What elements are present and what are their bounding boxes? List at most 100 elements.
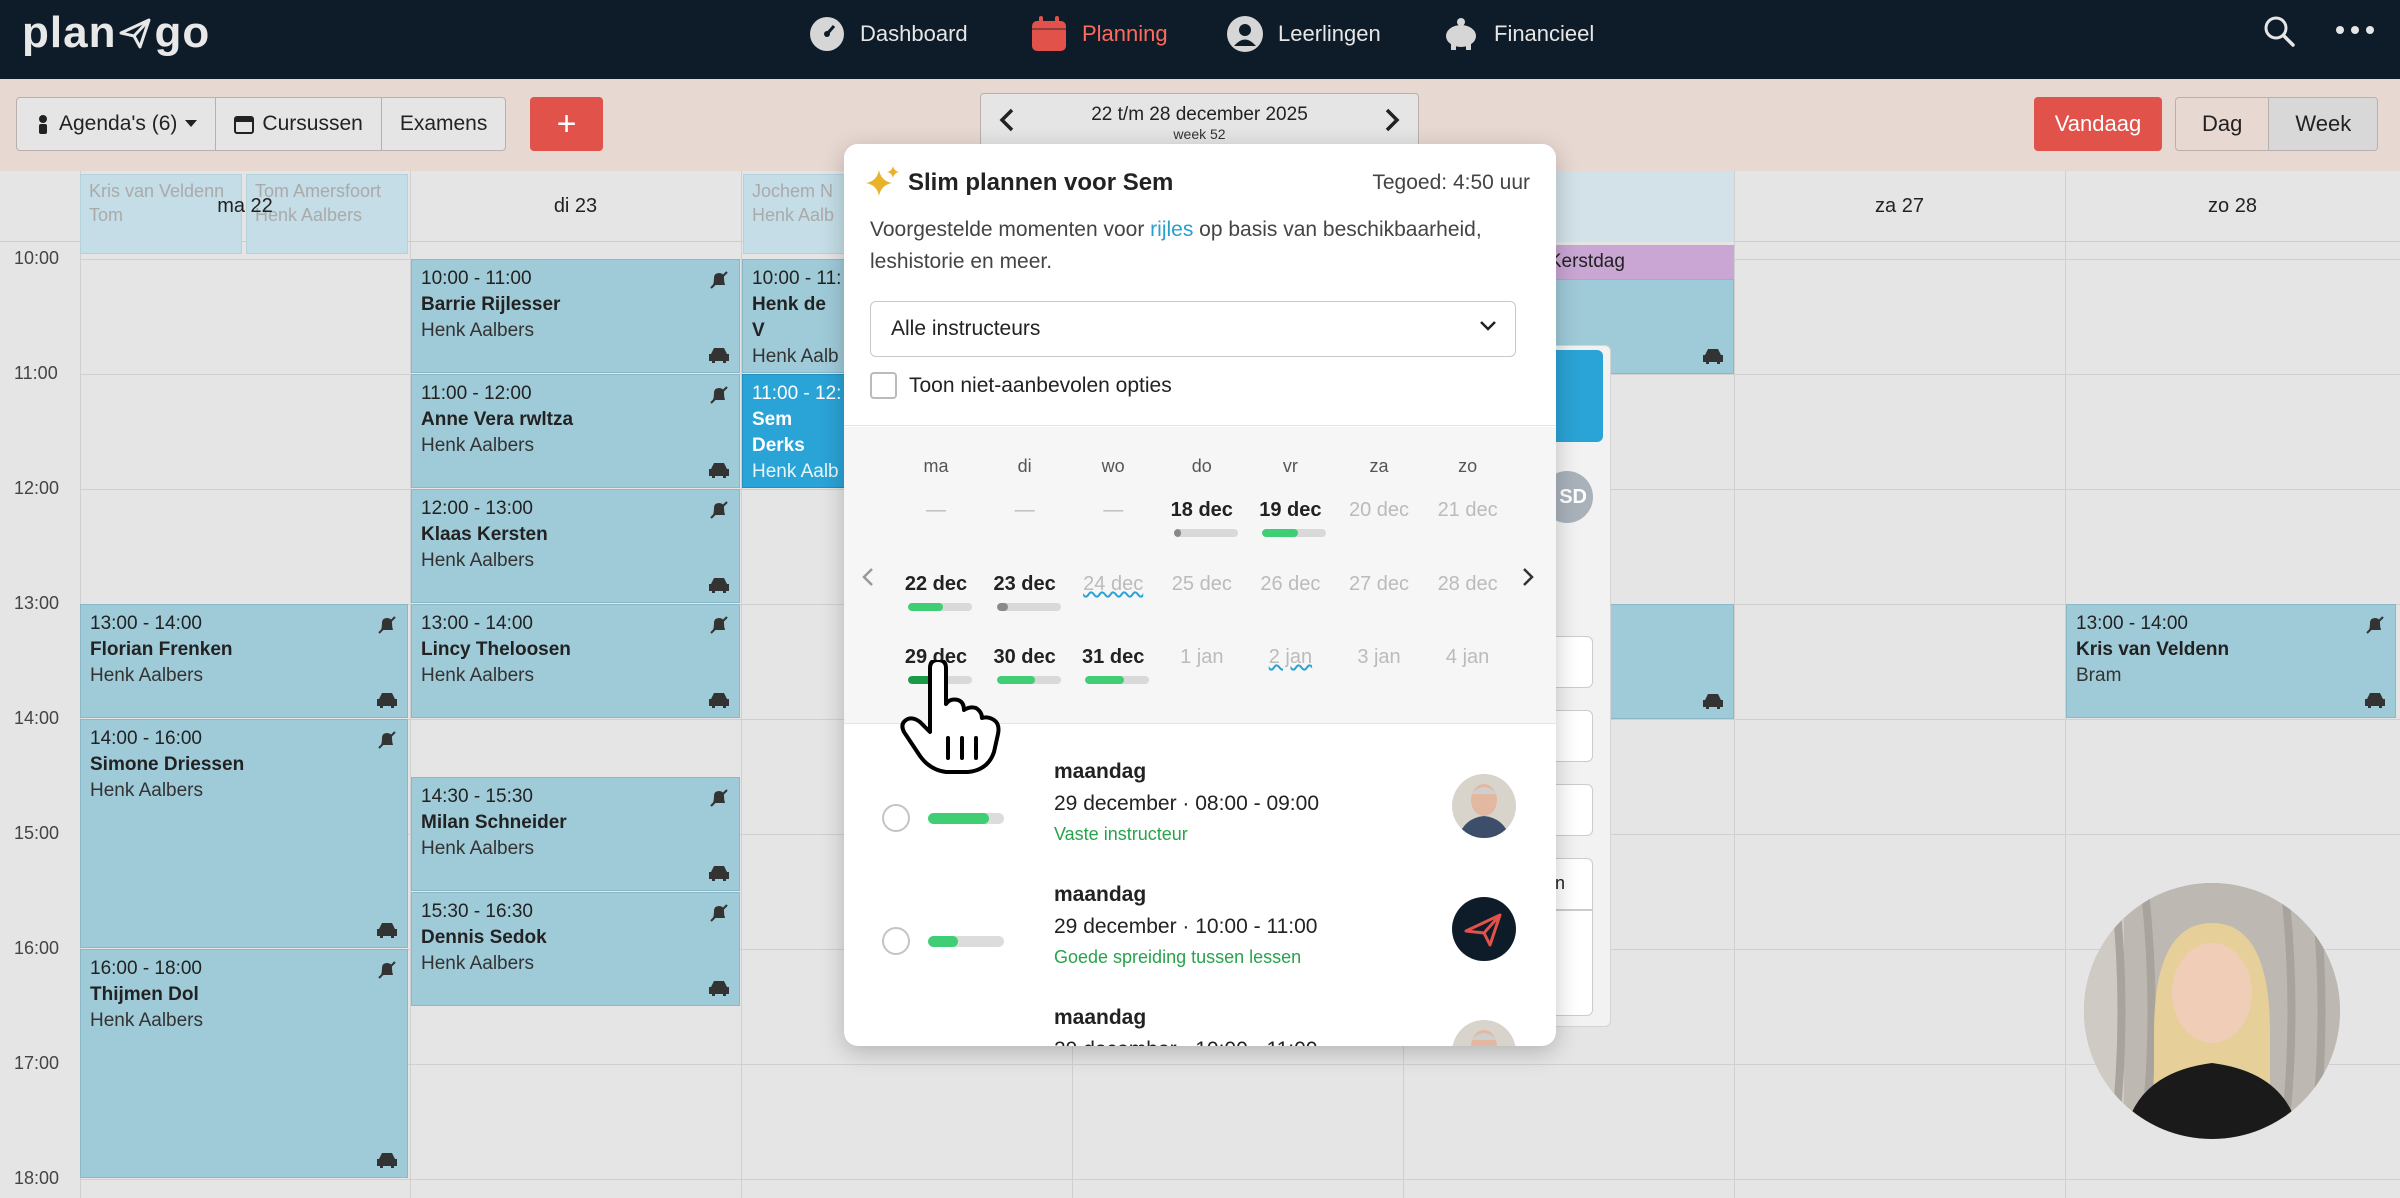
weekday-label: vr xyxy=(1282,456,1298,476)
event-instructor: Henk Aalbers xyxy=(90,1010,204,1031)
event-student: Milan Schneider xyxy=(421,812,567,833)
date-navigator: 22 t/m 28 december 2025 week 52 xyxy=(980,93,1419,147)
event-instructor: Henk Aalbers xyxy=(421,320,535,341)
event-time: 11:00 - 12: xyxy=(752,383,842,404)
lesson-event[interactable]: 13:00 - 14:00 Lincy Theloosen Henk Aalbe… xyxy=(411,604,740,718)
event-instructor: Henk Aalb xyxy=(752,346,839,367)
lesson-event[interactable]: 16:00 - 18:00 Thijmen Dol Henk Aalbers xyxy=(80,949,408,1178)
piggy-bank-icon xyxy=(1442,15,1480,53)
lesson-event[interactable]: 13:00 - 14:00 Kris van Veldenn Bram xyxy=(2066,604,2396,718)
show-not-recommended-toggle[interactable]: Toon niet-aanbevolen opties xyxy=(870,372,1172,399)
weekday-label: ma xyxy=(923,456,949,476)
event-time: 10:00 - 11: xyxy=(752,268,842,289)
nav-planning[interactable]: Planning xyxy=(1030,14,1168,54)
checkbox[interactable] xyxy=(870,372,897,399)
popup-description: Voorgestelde momenten voor rijles op bas… xyxy=(870,214,1530,278)
week-view-button[interactable]: Week xyxy=(2269,98,2378,150)
lesson-event[interactable]: 12:00 - 13:00 Klaas Kersten Henk Aalbers xyxy=(411,489,740,603)
bell-off-icon xyxy=(709,500,729,520)
today-button[interactable]: Vandaag xyxy=(2034,97,2162,151)
day-view-button[interactable]: Dag xyxy=(2176,98,2270,150)
suggestion-item[interactable]: maandag 29 december · 10:00 - 11:00 Goede … xyxy=(844,867,1556,991)
availability-bar-fill xyxy=(1173,529,1182,537)
event-instructor: Henk Aalbers xyxy=(90,665,204,686)
date-cell: 27 dec xyxy=(1348,573,1410,595)
bell-off-icon xyxy=(377,730,397,750)
suggestion-radio[interactable] xyxy=(882,804,910,832)
car-icon xyxy=(1701,347,1725,365)
date-range-label[interactable]: 22 t/m 28 december 2025 xyxy=(981,104,1418,126)
car-icon xyxy=(1701,692,1725,710)
hour-label: 14:00 xyxy=(14,708,60,728)
event-instructor: Henk Aalbers xyxy=(90,780,204,801)
bell-off-icon xyxy=(377,960,397,980)
nav-dashboard[interactable]: Dashboard xyxy=(808,14,968,54)
gauge-icon xyxy=(808,15,846,53)
exams-button[interactable]: Examens xyxy=(382,98,506,150)
date-cell: 24 dec xyxy=(1083,573,1144,595)
next-chevron-icon[interactable] xyxy=(1522,567,1534,587)
date-cell[interactable]: 23 dec xyxy=(985,573,1065,596)
event-time: 10:00 - 11:00 xyxy=(421,268,532,289)
date-cell[interactable]: 22 dec xyxy=(896,573,976,596)
lesson-type-link[interactable]: rijles xyxy=(1150,218,1193,241)
day-header[interactable]: za 27 xyxy=(1734,171,2065,242)
availability-bar xyxy=(908,603,972,611)
courses-label: Cursussen xyxy=(262,112,363,135)
event-student: Lincy Theloosen xyxy=(421,639,571,660)
app-logo[interactable]: plan go xyxy=(22,8,210,58)
allday-event[interactable]: Jochem N Henk Aalb xyxy=(743,174,853,254)
suggestion-day: maandag xyxy=(1054,760,1147,783)
lesson-event[interactable]: 14:00 - 16:00 Simone Driessen Henk Aalbe… xyxy=(80,719,408,948)
nav-financieel[interactable]: Financieel xyxy=(1442,14,1594,54)
car-icon xyxy=(375,1151,399,1169)
nav-leerlingen-label: Leerlingen xyxy=(1278,21,1381,46)
date-cell: 26 dec xyxy=(1260,573,1321,595)
bell-off-icon xyxy=(2365,615,2385,635)
suggestion-item[interactable]: maandag 29 december · 10:00 - 11:00 xyxy=(844,990,1556,1046)
hour-label: 16:00 xyxy=(14,938,60,958)
lesson-event[interactable]: 10:00 - 11: Henk de V Henk Aalb xyxy=(742,259,852,373)
instructor-select-value: Alle instructeurs xyxy=(891,317,1041,340)
event-instructor: Henk Aalbers xyxy=(421,838,535,859)
more-options-icon[interactable] xyxy=(2334,18,2376,42)
courses-button[interactable]: Cursussen xyxy=(216,98,382,150)
day-header[interactable]: zo 28 xyxy=(2065,171,2400,242)
event-student: Dennis Sedok xyxy=(421,927,547,948)
webcam-video xyxy=(2084,883,2340,1139)
previous-chevron-icon[interactable] xyxy=(862,567,874,587)
suggestion-reason: Goede spreiding tussen lessen xyxy=(1054,947,1302,967)
selected-lesson-event[interactable]: 11:00 - 12: Sem Derks Henk Aalb xyxy=(742,374,852,488)
view-toggle-group: Dag Week xyxy=(2175,97,2379,151)
add-appointment-button[interactable]: + xyxy=(530,97,603,151)
instructor-select[interactable]: Alle instructeurs xyxy=(870,301,1516,357)
suggestion-radio[interactable] xyxy=(882,927,910,955)
popup-title: Slim plannen voor Sem xyxy=(908,169,1174,196)
previous-week-chevron-icon[interactable] xyxy=(999,108,1015,132)
checkbox-label: Toon niet-aanbevolen opties xyxy=(909,373,1172,397)
lesson-event[interactable]: 14:30 - 15:30 Milan Schneider Henk Aalbe… xyxy=(411,777,740,891)
event-student: Simone Driessen xyxy=(90,754,245,775)
date-cell[interactable]: 18 dec xyxy=(1162,499,1242,522)
date-cell[interactable]: 19 dec xyxy=(1250,499,1330,522)
search-icon[interactable] xyxy=(2262,14,2296,48)
nav-leerlingen[interactable]: Leerlingen xyxy=(1226,14,1381,54)
availability-bar xyxy=(996,676,1061,684)
date-cell: 21 dec xyxy=(1437,499,1498,521)
availability-bar xyxy=(1173,529,1238,537)
day-header[interactable]: ma 22 xyxy=(80,171,410,242)
date-cell[interactable]: 31 dec xyxy=(1073,646,1153,669)
weekday-label: di xyxy=(1017,456,1032,476)
lesson-event[interactable]: 11:00 - 12:00 Anne Vera rwltza Henk Aalb… xyxy=(411,374,740,488)
avatar xyxy=(1452,1020,1516,1046)
nav-planning-label: Planning xyxy=(1082,21,1168,46)
next-week-chevron-icon[interactable] xyxy=(1384,108,1400,132)
agendas-dropdown[interactable]: Agenda's (6) xyxy=(17,98,217,150)
suggestion-reason: Vaste instructeur xyxy=(1054,824,1188,844)
lesson-event[interactable]: 15:30 - 16:30 Dennis Sedok Henk Aalbers xyxy=(411,892,740,1006)
day-header[interactable]: di 23 xyxy=(410,171,741,242)
event-time: 14:00 - 16:00 xyxy=(90,728,202,749)
chevron-down-icon xyxy=(1479,320,1497,332)
lesson-event[interactable]: 10:00 - 11:00 Barrie Rijlesser Henk Aalb… xyxy=(411,259,740,373)
lesson-event[interactable]: 13:00 - 14:00 Florian Frenken Henk Aalbe… xyxy=(80,604,408,718)
